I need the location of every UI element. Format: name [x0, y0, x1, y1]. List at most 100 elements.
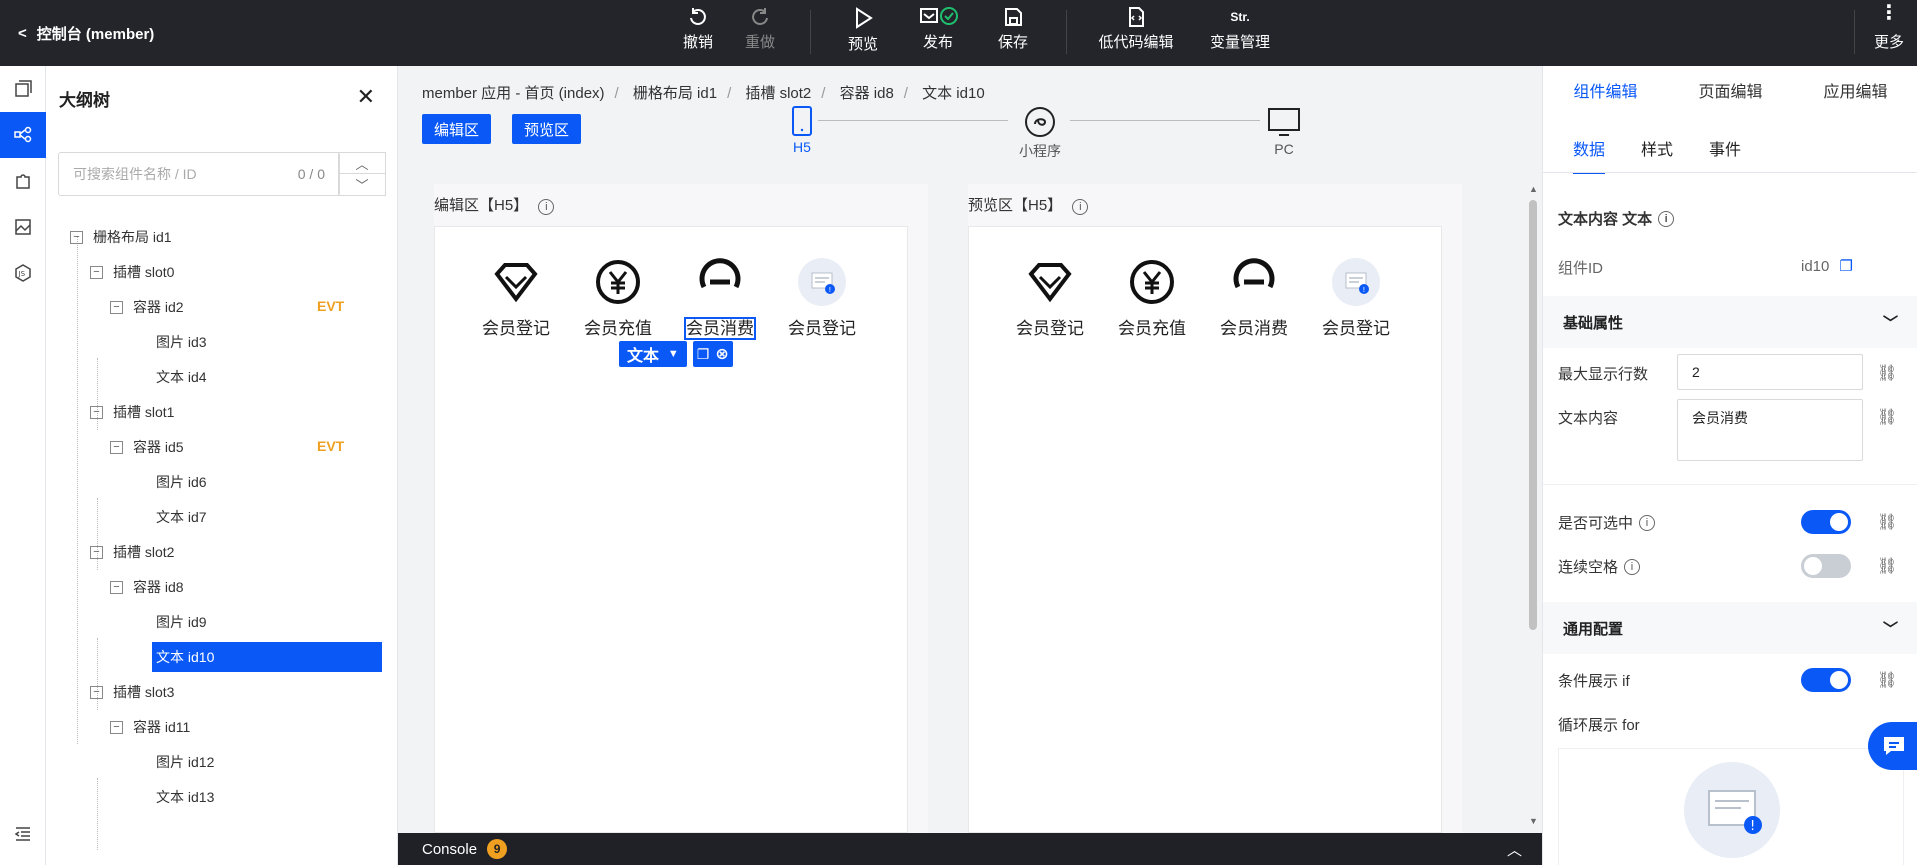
device-miniprogram[interactable]: 小程序	[1010, 106, 1070, 161]
copy-icon[interactable]: ❐	[697, 346, 710, 363]
tree-node-slot1[interactable]: − 插槽 slot1	[90, 397, 174, 427]
tab-component-edit[interactable]: 组件编辑	[1543, 66, 1668, 120]
back-button[interactable]: < 控制台 (member)	[18, 0, 154, 66]
top-toolbar: < 控制台 (member) 撤销 重做 预览 发布 保存 低代码编辑 Str.…	[0, 0, 1917, 66]
canvas-scrollbar[interactable]: ▲ ▼	[1524, 66, 1542, 833]
tree-node-id4[interactable]: 文本 id4	[156, 362, 207, 392]
preview-button[interactable]: 预览	[823, 6, 903, 54]
link-icon[interactable]: ⛓	[1877, 670, 1897, 690]
breadcrumb-item[interactable]: member 应用 - 首页 (index)	[422, 85, 605, 102]
tree-node-id11[interactable]: − 容器 id11	[110, 712, 190, 742]
rail-collapse-button[interactable]	[0, 811, 46, 857]
breadcrumb-item[interactable]: 容器 id8	[840, 85, 894, 102]
yen-icon	[1130, 260, 1174, 304]
tab-app-edit[interactable]: 应用编辑	[1793, 66, 1917, 120]
device-pc[interactable]: PC	[1264, 106, 1304, 157]
console-bar[interactable]: Console 9 ︿	[398, 833, 1542, 865]
tree-node-id2[interactable]: − 容器 id2	[110, 292, 184, 322]
rail-components-button[interactable]	[0, 158, 46, 204]
tree-node-id12[interactable]: 图片 id12	[156, 747, 214, 777]
chevron-down-icon[interactable]: ﹀	[339, 174, 385, 195]
link-icon[interactable]: ⛓	[1877, 363, 1897, 383]
selectable-label: 是否可选中 i	[1558, 512, 1656, 533]
breadcrumb-item[interactable]: 文本 id10	[922, 85, 985, 102]
rail-assets-button[interactable]	[0, 204, 46, 250]
grid-item[interactable]: 会员充值	[1107, 257, 1197, 339]
svg-text:!: !	[1750, 819, 1755, 834]
outline-panel: 大纲树 ✕ 可搜索组件名称 / ID 0 / 0 ︿ ﹀ − 栅格布局 id1 −…	[46, 66, 398, 865]
grid-item[interactable]: 会员充值	[573, 257, 663, 339]
tree-node-id10[interactable]: 文本 id10	[152, 642, 382, 672]
tree-node-slot3[interactable]: − 插槽 slot3	[90, 677, 174, 707]
grid-item[interactable]: ! 会员登记	[1311, 257, 1401, 339]
edit-phone-canvas[interactable]: 会员登记 会员充值 会员消费 ! 会员登记 文本 ▼ ❐ ⊗	[434, 226, 908, 833]
variable-manage-button[interactable]: Str. 变量管理	[1195, 6, 1285, 52]
grid-item[interactable]: 会员登记	[471, 257, 561, 339]
edit-area-button[interactable]: 编辑区	[422, 114, 492, 144]
str-icon: Str.	[1230, 10, 1250, 24]
subtab-events[interactable]: 事件	[1709, 136, 1741, 174]
tree-node-slot0[interactable]: − 插槽 slot0	[90, 257, 174, 287]
continuous-space-switch[interactable]	[1801, 554, 1851, 578]
info-icon: i	[1639, 514, 1656, 531]
selectable-switch[interactable]	[1801, 510, 1851, 534]
rail-js-button[interactable]: JS	[0, 250, 46, 296]
tree-node-slot2[interactable]: − 插槽 slot2	[90, 537, 174, 567]
chevron-up-icon[interactable]: ︿	[339, 153, 385, 174]
puzzle-icon	[16, 174, 30, 189]
collapse-menu-icon	[14, 827, 30, 841]
close-icon[interactable]: ✕	[357, 84, 375, 110]
max-lines-input[interactable]: 2	[1677, 354, 1863, 390]
tab-page-edit[interactable]: 页面编辑	[1668, 66, 1793, 120]
subtab-data[interactable]: 数据	[1573, 136, 1606, 174]
lowcode-edit-button[interactable]: 低代码编辑	[1091, 6, 1181, 52]
tree-node-id7[interactable]: 文本 id7	[156, 502, 207, 532]
breadcrumb-item[interactable]: 栅格布局 id1	[633, 85, 717, 102]
subtab-style[interactable]: 样式	[1641, 136, 1673, 174]
redo-button[interactable]: 重做	[720, 6, 800, 52]
more-button[interactable]: ⋮ 更多	[1864, 2, 1914, 52]
tree-node-id6[interactable]: 图片 id6	[156, 467, 207, 497]
save-button[interactable]: 保存	[973, 6, 1053, 52]
preview-pane: 预览区【H5】 i 会员登记 会员充值 会员消费 ! 会员登记	[968, 184, 1462, 833]
selected-text[interactable]: 会员消费	[684, 317, 756, 340]
chat-help-button[interactable]	[1868, 722, 1917, 770]
outline-title: 大纲树	[59, 91, 110, 110]
grid-item[interactable]: ! 会员登记	[777, 257, 867, 339]
selection-actions: ❐ ⊗	[692, 341, 733, 367]
more-vertical-icon: ⋮	[1879, 2, 1899, 24]
section-general[interactable]: 通用配置 ﹀	[1543, 602, 1917, 654]
section-basic[interactable]: 基础属性 ﹀	[1543, 296, 1917, 348]
tree-node-id3[interactable]: 图片 id3	[156, 327, 207, 357]
delete-icon[interactable]: ⊗	[715, 344, 728, 364]
minus-circle-icon	[699, 258, 741, 289]
tree-node-id8[interactable]: − 容器 id8	[110, 572, 184, 602]
device-h5[interactable]: H5	[782, 106, 822, 155]
rail-outline-button[interactable]	[0, 112, 46, 158]
grid-item[interactable]: 会员消费	[675, 257, 765, 340]
publish-button[interactable]: 发布	[898, 6, 978, 52]
link-icon[interactable]: ⛓	[1877, 407, 1897, 427]
link-icon[interactable]: ⛓	[1877, 556, 1897, 576]
search-input[interactable]: 可搜索组件名称 / ID 0 / 0	[58, 152, 340, 196]
tree-node-id13[interactable]: 文本 id13	[156, 782, 214, 812]
rail-pages-button[interactable]	[0, 66, 46, 112]
tree-node-root[interactable]: − 栅格布局 id1	[70, 222, 172, 252]
tree-node-id5[interactable]: − 容器 id5	[110, 432, 184, 462]
breadcrumb-item[interactable]: 插槽 slot2	[745, 85, 811, 102]
copy-icon[interactable]: ❐	[1839, 257, 1852, 275]
component-type-tag[interactable]: 文本 ▼	[619, 341, 687, 367]
grid-item[interactable]: 会员登记	[1005, 257, 1095, 339]
condition-switch[interactable]	[1801, 668, 1851, 692]
play-icon	[856, 7, 873, 29]
chevron-up-icon[interactable]: ︿	[1507, 839, 1522, 860]
link-icon[interactable]: ⛓	[1877, 512, 1897, 532]
tree-node-id9[interactable]: 图片 id9	[156, 607, 207, 637]
code-file-icon	[1129, 7, 1144, 27]
grid-item[interactable]: 会员消费	[1209, 257, 1299, 339]
redo-icon	[752, 8, 768, 25]
text-content-textarea[interactable]: 会员消费	[1677, 399, 1863, 461]
js-icon: JS	[15, 264, 31, 282]
preview-area-button[interactable]: 预览区	[512, 114, 582, 144]
collapse-toggle-icon: −	[90, 265, 103, 279]
